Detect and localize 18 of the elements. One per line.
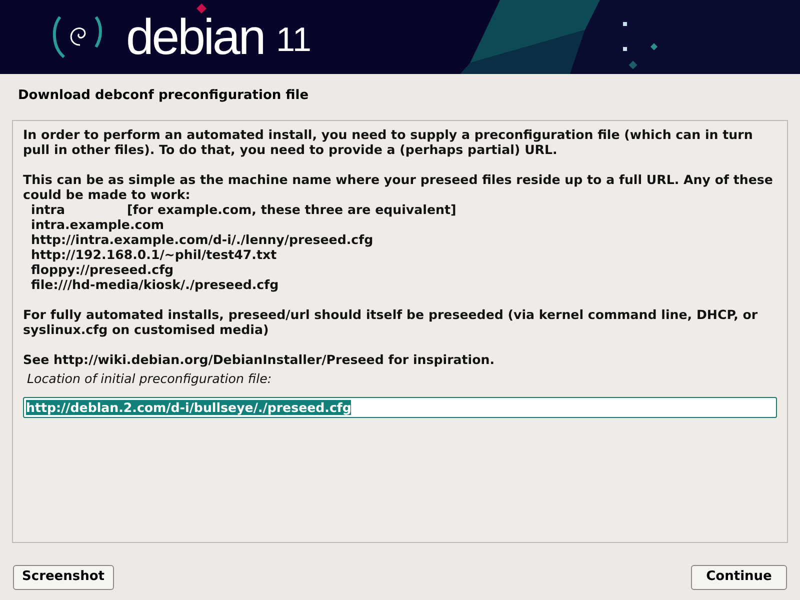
example-value: file:///hd-media/kiosk/./preseed.cfg: [31, 276, 279, 292]
field-label: Location of initial preconfiguration file:: [27, 370, 273, 386]
version-number: 11: [276, 23, 312, 57]
url-field[interactable]: http://deblan.2.com/d-i/bullseye/./preseed.cfg: [23, 396, 777, 418]
example-value: floppy://preseed.cfg: [31, 262, 174, 276]
paragraph: In order to perform an automated install, you need to supply a preconfiguration file (which can in turn pull in other files). To do that, you need to provide a (perhaps partial) URL.: [23, 126, 754, 156]
logo-wordmark: debian: [126, 17, 264, 57]
continue-button[interactable]: Continue: [691, 564, 787, 590]
example-value: intra: [31, 202, 66, 216]
example-value: http://192.168.0.1/~phil/test47.txt: [31, 246, 277, 262]
paragraph: For fully automated installs, preseed/url should itself be preseeded (via kernel command line, DHCP, or syslinux.cfg on customised media): [23, 306, 759, 336]
page-title: Download debconf preconfiguration file: [18, 87, 310, 105]
paragraph: See http://wiki.debian.org/DebianInstaller/Preseed for inspiration.: [23, 352, 496, 366]
example-value: intra.example.com: [31, 216, 164, 232]
example-value: http://intra.example.com/d-i/./lenny/preseed.cfg: [31, 232, 374, 246]
paragraph: This can be as simple as the machine name where your preseed files reside up to a full URL. Any of these could be made to work:: [23, 172, 774, 202]
screenshot-button[interactable]: Screenshot: [13, 564, 114, 590]
example-note: [for example.com, these three are equivalent]: [127, 202, 456, 216]
